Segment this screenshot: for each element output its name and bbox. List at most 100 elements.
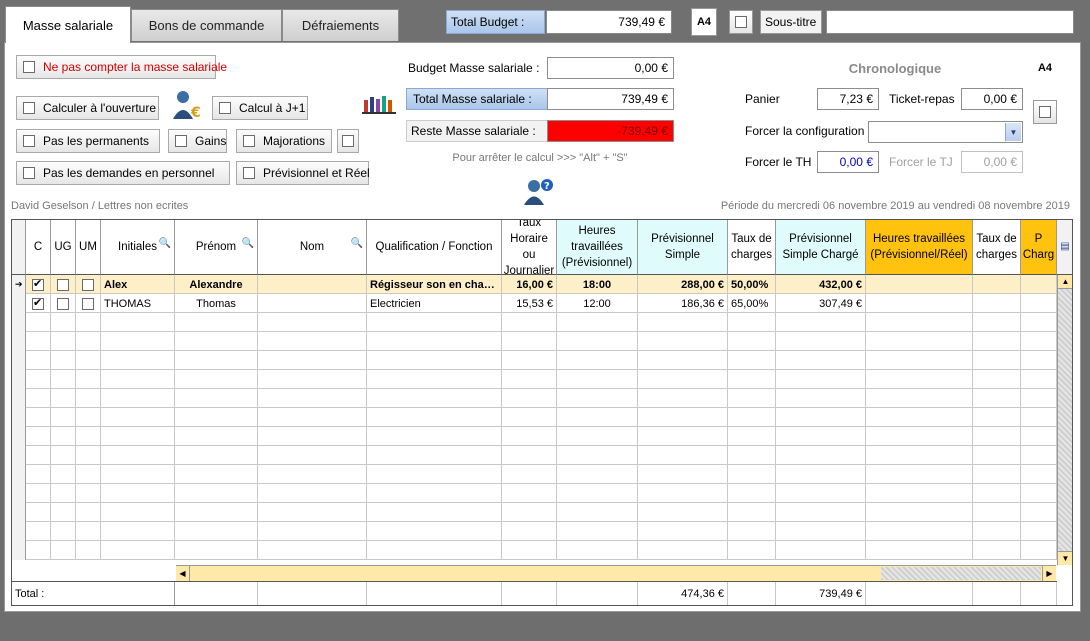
cell-taux-charges-2[interactable] bbox=[973, 275, 1021, 294]
cell-ug[interactable] bbox=[51, 484, 76, 503]
cell-p-charg[interactable] bbox=[1021, 541, 1057, 560]
row-selector[interactable] bbox=[12, 332, 26, 351]
cell-prev-simple[interactable] bbox=[638, 389, 728, 408]
cell-heures[interactable]: 12:00 bbox=[557, 294, 638, 313]
cell-heures[interactable] bbox=[557, 465, 638, 484]
col-header-nom[interactable]: Nom 🔍 bbox=[258, 220, 367, 275]
print-a4-chrono-icon[interactable]: A4 bbox=[1030, 55, 1060, 81]
row-selector[interactable] bbox=[12, 484, 26, 503]
cell-c[interactable] bbox=[26, 313, 51, 332]
cell-qualification[interactable] bbox=[367, 446, 502, 465]
cell-taux-charges[interactable] bbox=[728, 408, 776, 427]
table-row[interactable] bbox=[12, 484, 1057, 503]
cell-prev-simple[interactable]: 288,00 € bbox=[638, 275, 728, 294]
cell-heures-reel[interactable] bbox=[866, 522, 973, 541]
cell-initiales[interactable] bbox=[101, 351, 175, 370]
cell-p-charg[interactable] bbox=[1021, 370, 1057, 389]
cell-heures-reel[interactable] bbox=[866, 370, 973, 389]
forcer-config-select[interactable]: ▼ bbox=[868, 121, 1023, 143]
cell-qualification[interactable] bbox=[367, 465, 502, 484]
total-masse-field[interactable]: 739,49 € bbox=[547, 88, 674, 110]
cell-taux-charges[interactable] bbox=[728, 427, 776, 446]
cell-p-charg[interactable] bbox=[1021, 427, 1057, 446]
cell-prev-simple-charge[interactable]: 432,00 € bbox=[776, 275, 866, 294]
cell-initiales[interactable] bbox=[101, 446, 175, 465]
cell-qualification[interactable] bbox=[367, 332, 502, 351]
cell-qualification[interactable] bbox=[367, 370, 502, 389]
cell-qualification[interactable] bbox=[367, 503, 502, 522]
cell-qualification[interactable] bbox=[367, 408, 502, 427]
cell-qualification[interactable]: Electricien bbox=[367, 294, 502, 313]
col-header-qualification[interactable]: Qualification / Fonction bbox=[367, 220, 502, 275]
cell-prenom[interactable] bbox=[175, 446, 258, 465]
table-row[interactable] bbox=[12, 446, 1057, 465]
cell-taux-charges[interactable] bbox=[728, 332, 776, 351]
cell-ug[interactable] bbox=[51, 465, 76, 484]
budget-masse-field[interactable]: 0,00 € bbox=[547, 57, 674, 79]
cell-heures-reel[interactable] bbox=[866, 294, 973, 313]
cell-initiales[interactable] bbox=[101, 427, 175, 446]
bar-chart-icon[interactable] bbox=[362, 94, 398, 114]
cell-p-charg[interactable] bbox=[1021, 503, 1057, 522]
cell-heures[interactable] bbox=[557, 332, 638, 351]
cell-prenom[interactable] bbox=[175, 408, 258, 427]
table-row[interactable] bbox=[12, 332, 1057, 351]
cell-heures-reel[interactable] bbox=[866, 351, 973, 370]
cell-taux-charges-2[interactable] bbox=[973, 408, 1021, 427]
col-header-prenom[interactable]: Prénom 🔍 bbox=[175, 220, 258, 275]
col-header-taux[interactable]: Taux Horaire ou Journalier bbox=[502, 220, 557, 277]
cell-ug[interactable] bbox=[51, 446, 76, 465]
cell-um[interactable] bbox=[76, 408, 101, 427]
cell-ug[interactable] bbox=[51, 332, 76, 351]
row-selector[interactable] bbox=[12, 389, 26, 408]
cell-p-charg[interactable] bbox=[1021, 408, 1057, 427]
cell-prev-simple[interactable] bbox=[638, 446, 728, 465]
cell-prev-simple[interactable] bbox=[638, 503, 728, 522]
cell-heures[interactable] bbox=[557, 522, 638, 541]
cell-heures-reel[interactable] bbox=[866, 541, 973, 560]
horizontal-scrollbar[interactable]: ◀ ▶ bbox=[176, 565, 1056, 581]
cell-heures-reel[interactable] bbox=[866, 408, 973, 427]
cell-heures-reel[interactable] bbox=[866, 446, 973, 465]
vertical-scrollbar[interactable]: ▲ ▼ bbox=[1057, 275, 1072, 565]
cell-c[interactable] bbox=[26, 541, 51, 560]
cell-taux[interactable] bbox=[502, 503, 557, 522]
cell-heures[interactable]: 18:00 bbox=[557, 275, 638, 294]
cell-heures-reel[interactable] bbox=[866, 503, 973, 522]
cell-ug[interactable] bbox=[51, 408, 76, 427]
cell-nom[interactable] bbox=[258, 313, 367, 332]
cell-c[interactable] bbox=[26, 275, 51, 294]
cell-heures[interactable] bbox=[557, 446, 638, 465]
cell-taux[interactable] bbox=[502, 522, 557, 541]
cell-initiales[interactable] bbox=[101, 503, 175, 522]
cell-c[interactable] bbox=[26, 294, 51, 313]
cell-taux-charges-2[interactable] bbox=[973, 389, 1021, 408]
cell-heures-reel[interactable] bbox=[866, 427, 973, 446]
cell-nom[interactable] bbox=[258, 465, 367, 484]
table-row[interactable] bbox=[12, 389, 1057, 408]
cell-nom[interactable] bbox=[258, 351, 367, 370]
cell-prenom[interactable] bbox=[175, 370, 258, 389]
cell-heures[interactable] bbox=[557, 389, 638, 408]
scroll-up-icon[interactable]: ▲ bbox=[1058, 275, 1072, 289]
user-euro-icon[interactable]: € bbox=[171, 89, 203, 121]
cell-p-charg[interactable] bbox=[1021, 446, 1057, 465]
cell-taux[interactable] bbox=[502, 332, 557, 351]
cell-prev-simple[interactable] bbox=[638, 465, 728, 484]
cell-prev-simple[interactable] bbox=[638, 408, 728, 427]
cell-prenom[interactable] bbox=[175, 503, 258, 522]
row-selector[interactable] bbox=[12, 370, 26, 389]
cell-heures[interactable] bbox=[557, 427, 638, 446]
row-selector[interactable] bbox=[12, 541, 26, 560]
cell-taux-charges[interactable] bbox=[728, 522, 776, 541]
cell-heures-reel[interactable] bbox=[866, 465, 973, 484]
cell-taux[interactable] bbox=[502, 541, 557, 560]
cell-taux-charges-2[interactable] bbox=[973, 370, 1021, 389]
cell-um[interactable] bbox=[76, 541, 101, 560]
cell-initiales[interactable] bbox=[101, 370, 175, 389]
cell-taux-charges-2[interactable] bbox=[973, 427, 1021, 446]
chrono-checkbox[interactable] bbox=[1033, 100, 1057, 124]
cell-prev-simple-charge[interactable]: 307,49 € bbox=[776, 294, 866, 313]
cell-prenom[interactable] bbox=[175, 522, 258, 541]
cell-ug[interactable] bbox=[51, 351, 76, 370]
